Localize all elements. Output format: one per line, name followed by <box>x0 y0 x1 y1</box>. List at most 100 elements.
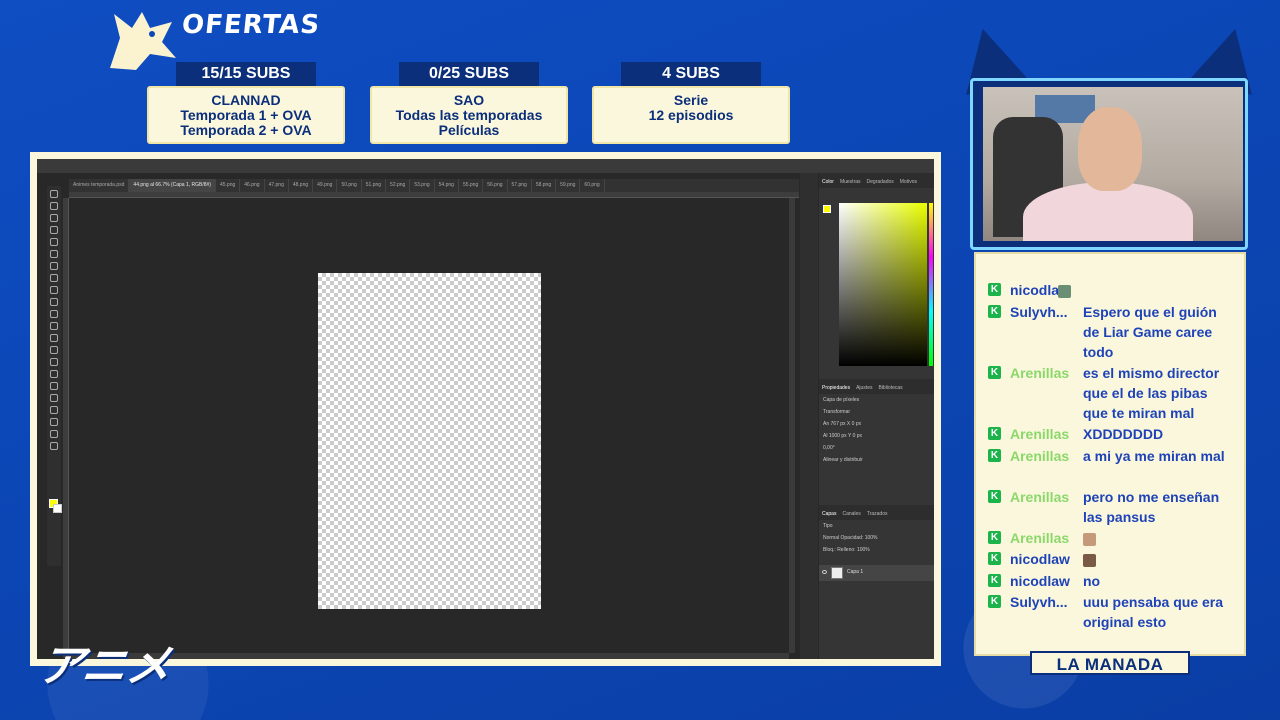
history-brush-tool-icon[interactable] <box>50 310 58 318</box>
transform-section-label[interactable]: Transformar <box>819 406 934 418</box>
chat-username[interactable]: nicodlaw <box>1010 571 1070 591</box>
kick-badge-icon: K <box>988 490 1001 503</box>
webcam-feed <box>983 87 1243 241</box>
properties-panel-tabs: Propiedades Ajustes Bibliotecas <box>819 379 934 394</box>
tab-patterns[interactable]: Motivos <box>900 179 917 185</box>
layer-filter-kind[interactable]: Tipo <box>819 520 934 532</box>
x-field[interactable]: X 0 px <box>847 421 861 427</box>
chat-username[interactable]: Sulyvh... <box>1010 302 1068 322</box>
magic-wand-tool-icon[interactable] <box>50 226 58 234</box>
visibility-eye-icon[interactable] <box>822 570 827 574</box>
doc-tab[interactable]: 53.png <box>410 179 435 192</box>
offer-card-1: 15/15 SUBS CLANNAD Temporada 1 + OVA Tem… <box>147 62 345 144</box>
doc-tab[interactable]: 48.png <box>289 179 314 192</box>
vertical-scrollbar[interactable] <box>789 198 795 653</box>
align-section-label[interactable]: Alinear y distribuir <box>819 454 934 466</box>
horizontal-scrollbar[interactable] <box>69 653 789 659</box>
crop-tool-icon[interactable] <box>50 238 58 246</box>
doc-tab[interactable]: 51.png <box>362 179 387 192</box>
doc-tab[interactable]: 52.png <box>386 179 411 192</box>
height-field[interactable]: Al 1000 px <box>823 433 847 439</box>
opacity-label: Opacidad: <box>840 535 864 541</box>
chat-username[interactable]: Arenillas <box>1010 424 1069 444</box>
chat-footer-label: LA MANADA <box>1030 651 1190 675</box>
blend-mode-select[interactable]: Normal <box>823 535 839 541</box>
tab-channels[interactable]: Canales <box>842 511 860 517</box>
eyedropper-tool-icon[interactable] <box>50 262 58 270</box>
photoshop-window: Animes temporada.psd 44.png al 66.7% (Ca… <box>37 159 934 659</box>
doc-tab[interactable]: 49.png <box>313 179 338 192</box>
tab-libraries[interactable]: Bibliotecas <box>878 385 902 391</box>
doc-tab[interactable]: 47.png <box>265 179 289 192</box>
path-selection-tool-icon[interactable] <box>50 394 58 402</box>
chat-text: XDDDDDDD <box>1083 426 1164 442</box>
color-panel-foreground-swatch[interactable] <box>823 205 831 213</box>
doc-tab[interactable]: 46.png <box>240 179 265 192</box>
doc-tab[interactable]: 59.png <box>556 179 581 192</box>
fill-value[interactable]: 100% <box>857 547 870 553</box>
stamp-tool-icon[interactable] <box>50 298 58 306</box>
layer-name[interactable]: Capa 1 <box>847 569 863 575</box>
gradient-tool-icon[interactable] <box>50 334 58 342</box>
opacity-value[interactable]: 100% <box>865 535 878 541</box>
doc-tab[interactable]: Animes temporada.psd <box>69 179 130 192</box>
rectangle-tool-icon[interactable] <box>50 406 58 414</box>
tab-adjustments[interactable]: Ajustes <box>856 385 872 391</box>
healing-brush-tool-icon[interactable] <box>50 274 58 282</box>
layers-panel-tabs: Capas Canales Trazados <box>819 505 934 520</box>
streamer-head <box>1078 107 1142 191</box>
background-color-swatch[interactable] <box>53 504 62 513</box>
chat-username[interactable]: Arenillas <box>1010 487 1069 507</box>
color-picker-field[interactable] <box>839 203 927 366</box>
doc-tab[interactable]: 54.png <box>435 179 459 192</box>
move-tool-icon[interactable] <box>50 190 58 198</box>
eraser-tool-icon[interactable] <box>50 322 58 330</box>
doc-tab[interactable]: 58.png <box>532 179 557 192</box>
type-tool-icon[interactable] <box>50 382 58 390</box>
angle-field[interactable]: 0,00° <box>819 442 934 454</box>
doc-tab[interactable]: 45.png <box>216 179 241 192</box>
offer-line: Todas las temporadas <box>395 107 543 123</box>
tab-gradients[interactable]: Degradados <box>867 179 894 185</box>
pen-tool-icon[interactable] <box>50 370 58 378</box>
doc-tab[interactable]: 50.png <box>337 179 362 192</box>
chat-username[interactable]: Arenillas <box>1010 363 1069 383</box>
chat-username[interactable]: Sulyvh... <box>1010 592 1068 612</box>
doc-tab[interactable]: 56.png <box>483 179 508 192</box>
width-field[interactable]: An 767 px <box>823 421 846 427</box>
tab-swatches[interactable]: Muestras <box>840 179 861 185</box>
brush-tool-icon[interactable] <box>50 286 58 294</box>
marquee-tool-icon[interactable] <box>50 202 58 210</box>
zoom-tool-icon[interactable] <box>50 430 58 438</box>
doc-tab[interactable]: 55.png <box>459 179 484 192</box>
horizontal-ruler <box>69 192 799 198</box>
tab-paths[interactable]: Trazados <box>867 511 888 517</box>
doc-tab-active[interactable]: 44.png al 66.7% (Capa 1, RGB/8#) <box>129 179 216 192</box>
blur-tool-icon[interactable] <box>50 346 58 354</box>
layer-row[interactable]: Capa 1 <box>819 565 934 581</box>
offers-title: OFERTAS <box>180 10 322 40</box>
hue-slider[interactable] <box>929 203 933 366</box>
chat-username[interactable]: Arenillas <box>1010 528 1069 548</box>
transparent-canvas[interactable] <box>318 273 541 609</box>
emote-icon <box>1083 553 1096 567</box>
frame-tool-icon[interactable] <box>50 250 58 258</box>
offer-card-3: 4 SUBS Serie 12 episodios <box>592 62 790 144</box>
more-tools-icon[interactable] <box>50 442 58 450</box>
tab-layers[interactable]: Capas <box>822 511 836 517</box>
y-field[interactable]: Y 0 px <box>848 433 862 439</box>
tab-properties[interactable]: Propiedades <box>822 385 850 391</box>
chat-text <box>1083 528 1233 548</box>
chat-username[interactable]: Arenillas <box>1010 446 1069 466</box>
doc-tab[interactable]: 57.png <box>508 179 532 192</box>
hand-tool-icon[interactable] <box>50 418 58 426</box>
offer-line: SAO <box>453 92 485 108</box>
dodge-tool-icon[interactable] <box>50 358 58 366</box>
chat-text <box>1058 280 1208 300</box>
tab-color[interactable]: Color <box>822 179 834 185</box>
props-size-row: Al 1000 px Y 0 px <box>819 430 934 442</box>
screen-capture-frame: Animes temporada.psd 44.png al 66.7% (Ca… <box>30 152 941 666</box>
doc-tab[interactable]: 60.png <box>580 179 605 192</box>
lasso-tool-icon[interactable] <box>50 214 58 222</box>
chat-username[interactable]: nicodlaw <box>1010 549 1070 569</box>
